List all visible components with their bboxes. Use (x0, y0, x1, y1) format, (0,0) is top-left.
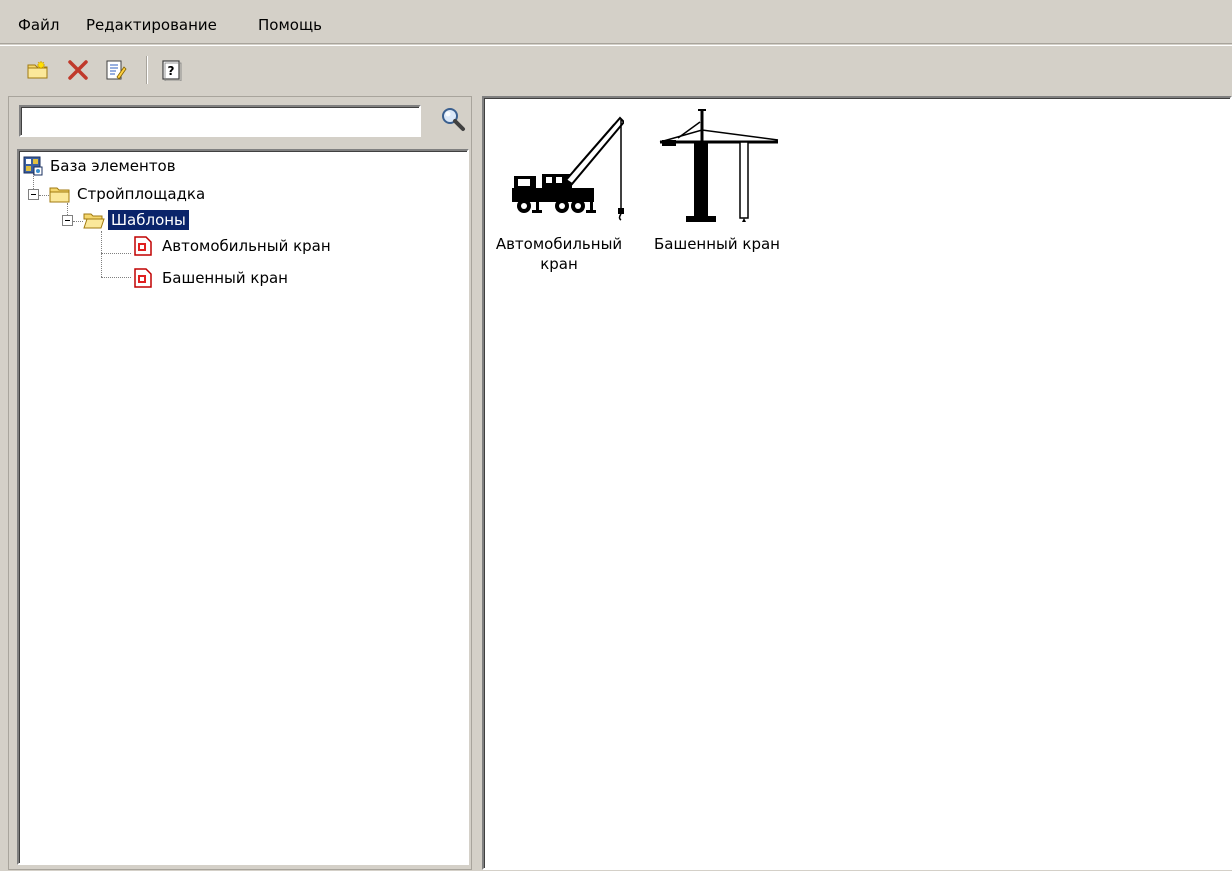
search-button[interactable] (437, 103, 469, 135)
toolbar-separator (146, 56, 148, 84)
tree-line (101, 277, 131, 278)
tree-item-folder[interactable]: Стройплощадка (49, 183, 208, 205)
mobile-crane-icon (512, 116, 624, 221)
edit-button[interactable] (102, 56, 130, 84)
help-icon: ? (162, 60, 182, 81)
template-icon (134, 268, 152, 288)
tree-line (39, 195, 49, 196)
item-caption: Башенный кран (654, 235, 780, 253)
tree-label-folder: Стройплощадка (77, 185, 206, 203)
element-tree[interactable]: База элементов Стройплощадка Шаблоны Авт… (17, 149, 469, 865)
menu-bar: Файл Редактирование Помощь (0, 0, 1232, 44)
tree-item-element[interactable]: Автомобильный кран (133, 235, 334, 257)
tree-label-element: Автомобильный кран (162, 237, 331, 255)
open-folder-icon (83, 213, 105, 229)
search-input[interactable] (19, 105, 421, 137)
item-caption: Автомобильный кран (495, 235, 623, 273)
menu-help[interactable]: Помощь (254, 14, 326, 36)
database-icon (23, 156, 43, 176)
toolbar: ? (0, 45, 1232, 93)
tree-label-subfolder: Шаблоны (107, 209, 190, 231)
left-pane: База элементов Стройплощадка Шаблоны Авт… (8, 96, 472, 870)
tree-label-element: Башенный кран (162, 269, 288, 287)
new-folder-button[interactable] (24, 56, 52, 84)
folder-icon (49, 187, 70, 203)
item-mobile-crane[interactable]: Автомобильный кран (484, 108, 634, 274)
help-button[interactable]: ? (158, 56, 186, 84)
tree-line (101, 231, 102, 277)
edit-icon (106, 60, 127, 80)
tree-label-root: База элементов (50, 157, 176, 175)
tree-line (101, 253, 131, 254)
new-folder-icon (27, 60, 48, 79)
svg-text:?: ? (168, 64, 175, 78)
tower-crane-icon (659, 109, 779, 222)
delete-icon (68, 60, 88, 80)
menu-file[interactable]: Файл (14, 14, 63, 36)
tree-line (73, 221, 83, 222)
tree-item-root[interactable]: База элементов (23, 155, 179, 177)
menu-edit[interactable]: Редактирование (82, 14, 221, 36)
collapse-toggle[interactable] (28, 189, 39, 200)
item-tower-crane[interactable]: Башенный кран (642, 108, 792, 254)
search-icon (442, 108, 465, 131)
tree-item-element[interactable]: Башенный кран (133, 267, 291, 289)
template-icon (134, 236, 152, 256)
delete-button[interactable] (64, 56, 92, 84)
collapse-toggle[interactable] (62, 215, 73, 226)
tree-item-subfolder[interactable]: Шаблоны (83, 209, 190, 231)
items-view[interactable]: Автомобильный кран Башенный кран (482, 96, 1232, 870)
